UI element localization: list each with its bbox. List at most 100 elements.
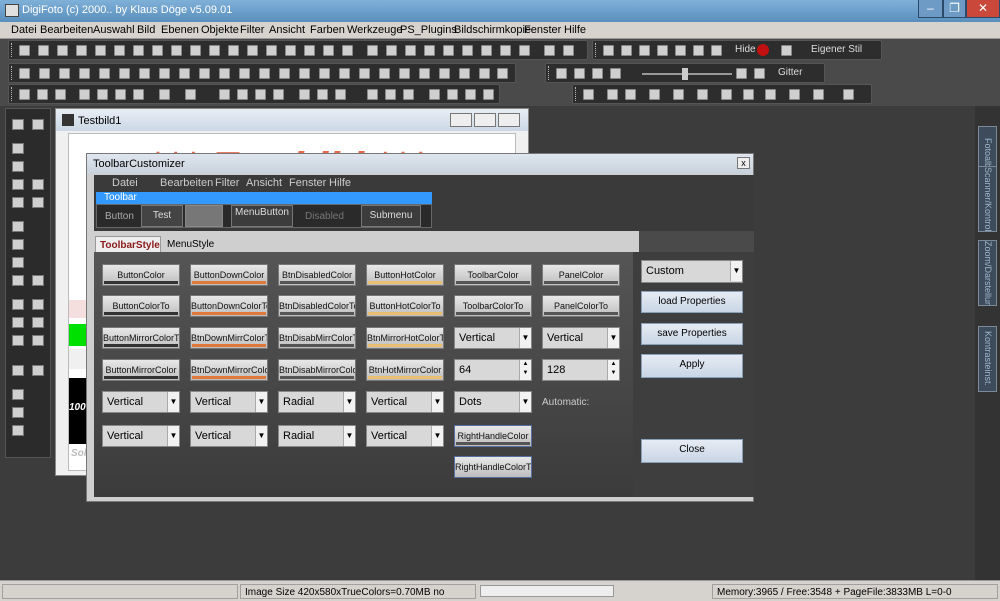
crop-icon[interactable] [317, 89, 328, 100]
toolbar-selection[interactable]: Toolbar [96, 192, 432, 204]
menu-filter[interactable]: Filter [240, 24, 264, 36]
dialog-menu-fenster[interactable]: Fenster [289, 177, 326, 189]
maximize-icon[interactable] [474, 113, 496, 127]
btnmirrorhotcolorto-button[interactable]: BtnMirrorHotColorTo [366, 327, 444, 349]
close-icon[interactable] [498, 113, 520, 127]
apply-button[interactable]: Apply [641, 354, 743, 378]
pen-icon[interactable] [483, 89, 494, 100]
panelcolorto-button[interactable]: PanelColorTo [542, 295, 620, 317]
down-gradient-select[interactable]: Vertical ▼ [190, 391, 268, 413]
pan-icon[interactable] [610, 68, 621, 79]
info-icon[interactable] [405, 45, 416, 56]
line-icon[interactable] [649, 89, 660, 100]
window4-icon[interactable] [675, 45, 686, 56]
righthandlecolorto-button[interactable]: RightHandleColorTo [454, 456, 532, 478]
hot-mirror-gradient-select[interactable]: Vertical ▼ [366, 425, 444, 447]
stamp-icon[interactable] [12, 197, 24, 208]
filter-icon[interactable] [259, 68, 270, 79]
help-icon[interactable] [424, 45, 435, 56]
dropdown-arrow-icon[interactable]: ▼ [255, 426, 267, 446]
circle-icon[interactable] [385, 89, 396, 100]
line-icon[interactable] [607, 89, 618, 100]
buttonhotcolorto-button[interactable]: ButtonHotColorTo [366, 295, 444, 317]
toolbarcolor-button[interactable]: ToolbarColor [454, 264, 532, 286]
open-icon[interactable] [38, 45, 49, 56]
color-swap-icon[interactable] [12, 365, 24, 376]
refresh-icon[interactable] [519, 45, 530, 56]
filter-icon[interactable] [159, 68, 170, 79]
grid-icon[interactable] [500, 45, 511, 56]
eye-icon[interactable] [12, 407, 24, 418]
crop-icon[interactable] [299, 89, 310, 100]
color-picker-icon[interactable] [754, 68, 765, 79]
disabled-gradient-select[interactable]: Radial ▼ [278, 391, 356, 413]
export-icon[interactable] [462, 45, 473, 56]
sun-icon[interactable] [736, 68, 747, 79]
fit-icon[interactable] [574, 68, 585, 79]
dots-icon[interactable] [12, 335, 24, 346]
menu-ps-plugins[interactable]: PS_Plugins [400, 24, 457, 36]
layer-icon[interactable] [185, 89, 196, 100]
gradient-direction-select[interactable]: Vertical ▼ [454, 327, 532, 349]
pattern-icon[interactable] [32, 365, 44, 376]
paste-icon[interactable] [133, 89, 144, 100]
hide-label[interactable]: Hide [735, 44, 756, 55]
copy-icon[interactable] [115, 89, 126, 100]
gitter-label[interactable]: Gitter [778, 67, 802, 78]
dropdown-arrow-icon[interactable]: ▼ [607, 328, 619, 348]
filter-icon[interactable] [439, 68, 450, 79]
mirror-gradient-select[interactable]: Vertical ▼ [102, 425, 180, 447]
menu-objekte[interactable]: Objekte [201, 24, 239, 36]
restore-icon[interactable]: ❐ [943, 0, 966, 18]
smudge-icon[interactable] [12, 275, 24, 286]
hand-icon[interactable] [12, 119, 24, 130]
grip-icon[interactable] [575, 87, 578, 101]
menu-farben[interactable]: Farben [310, 24, 345, 36]
filter-icon[interactable] [99, 68, 110, 79]
tab-kontrast[interactable]: Kontrasteinst. [978, 326, 997, 392]
menu-hilfe[interactable]: Hilfe [564, 24, 586, 36]
menu-ansicht[interactable]: Ansicht [269, 24, 305, 36]
filter-icon[interactable] [199, 68, 210, 79]
folder-icon[interactable] [228, 45, 239, 56]
filter-icon[interactable] [399, 68, 410, 79]
dialog-menu-filter[interactable]: Filter [215, 177, 239, 189]
window6-icon[interactable] [711, 45, 722, 56]
cloud-icon[interactable] [55, 89, 66, 100]
btndisabmirrorcolor-button[interactable]: BtnDisabMirrorColor [278, 359, 356, 381]
filter-icon[interactable] [79, 68, 90, 79]
preview-hot-button[interactable] [185, 205, 223, 227]
screen-icon[interactable] [781, 45, 792, 56]
close-icon[interactable]: ✕ [966, 0, 1000, 18]
exit-icon[interactable] [563, 45, 574, 56]
dropdown-arrow-icon[interactable]: ▼ [431, 392, 443, 412]
eraser-icon[interactable] [32, 197, 44, 208]
filter-icon[interactable] [39, 68, 50, 79]
syringe-icon[interactable] [12, 389, 24, 400]
btndisabmirrcolorto-button[interactable]: BtnDisabMirrColorTo [278, 327, 356, 349]
preview-test-button[interactable]: Test [141, 205, 183, 227]
toolbarcolorto-button[interactable]: ToolbarColorTo [454, 295, 532, 317]
fill-icon[interactable] [32, 299, 44, 310]
drop-icon[interactable] [12, 317, 24, 328]
pencil-icon[interactable] [12, 221, 24, 232]
cross-icon[interactable] [721, 89, 732, 100]
preset-select[interactable]: Custom ▼ [641, 260, 743, 283]
crop-icon[interactable] [32, 179, 44, 190]
dropdown-arrow-icon[interactable]: ▼ [343, 392, 355, 412]
grip-icon[interactable] [595, 43, 598, 57]
buttoncolor-button[interactable]: ButtonColor [102, 264, 180, 286]
tool-icon[interactable] [304, 45, 315, 56]
dropdown-arrow-icon[interactable]: ▼ [167, 426, 179, 446]
arrow-icon[interactable] [219, 89, 230, 100]
grip-icon[interactable] [11, 87, 14, 101]
spinner-arrows-icon[interactable]: ▲ ▼ [519, 360, 531, 380]
settings-icon[interactable] [443, 45, 454, 56]
dropdown-arrow-icon[interactable]: ▼ [431, 426, 443, 446]
down-mirror-gradient-select[interactable]: Vertical ▼ [190, 425, 268, 447]
rect-icon[interactable] [159, 89, 170, 100]
arrow-icon[interactable] [237, 89, 248, 100]
window2-icon[interactable] [639, 45, 650, 56]
mail-icon[interactable] [266, 45, 277, 56]
dialog-menu-bearbeiten[interactable]: Bearbeiten [160, 177, 213, 189]
